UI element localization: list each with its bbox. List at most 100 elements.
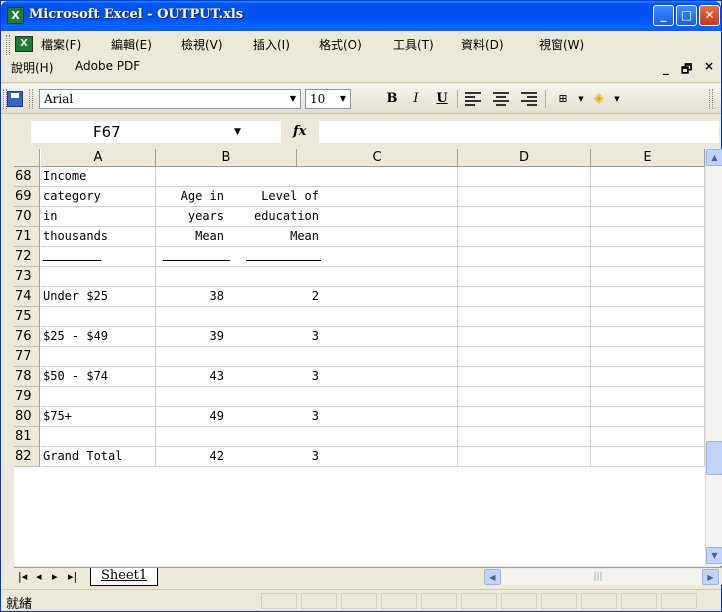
menu-data[interactable]: 資料(D) [461, 36, 504, 53]
borders-icon[interactable]: ⊞ [553, 90, 573, 108]
grid-cell[interactable] [458, 227, 591, 247]
grid-cell[interactable] [591, 307, 705, 327]
menu-help[interactable]: 說明(H) [11, 59, 53, 76]
formula-input[interactable] [319, 121, 719, 143]
next-sheet-button[interactable]: ▸ [52, 570, 58, 583]
first-sheet-button[interactable]: |◂ [18, 570, 27, 583]
grid-cell[interactable] [458, 247, 591, 267]
scroll-down-button[interactable]: ▼ [706, 547, 722, 564]
row-header[interactable]: 73 [14, 267, 40, 287]
grid-cell[interactable] [458, 287, 591, 307]
grid-cell[interactable] [297, 287, 458, 307]
grid-cell[interactable] [458, 207, 591, 227]
horizontal-scrollbar[interactable]: ◀ ||| ▶ [484, 569, 720, 585]
chevron-down-icon[interactable]: ▼ [286, 90, 300, 108]
select-all-corner[interactable] [14, 149, 40, 167]
last-sheet-button[interactable]: ▸| [68, 570, 77, 583]
grid-cell[interactable]: $50 - $74 [41, 367, 156, 387]
grid-cell[interactable] [458, 427, 591, 447]
grid-cell[interactable]: Grand Total [41, 447, 156, 467]
minimize-button[interactable]: _ [653, 5, 674, 26]
grid-cell[interactable] [591, 347, 705, 367]
grid-cell[interactable] [41, 307, 156, 327]
grid-cell[interactable] [297, 407, 458, 427]
grid-cell[interactable] [591, 387, 705, 407]
row-header[interactable]: 76 [14, 327, 40, 347]
grid-cell[interactable] [591, 227, 705, 247]
grid-cell[interactable] [591, 267, 705, 287]
font-size-combo[interactable]: 10 ▼ [305, 89, 351, 109]
grid-cell[interactable] [458, 407, 591, 427]
scroll-right-button[interactable]: ▶ [702, 569, 719, 585]
chevron-down-icon[interactable]: ▼ [234, 127, 241, 137]
grid-cell[interactable] [41, 267, 156, 287]
italic-button[interactable]: I [406, 90, 426, 108]
grid-cell[interactable] [591, 167, 705, 187]
row-header[interactable]: 81 [14, 427, 40, 447]
sheet-tab-sheet1[interactable]: Sheet1 [90, 568, 159, 586]
align-center-icon[interactable] [493, 92, 509, 106]
grid-cell[interactable] [591, 427, 705, 447]
grid-cell[interactable]: Income [41, 167, 156, 187]
menu-edit[interactable]: 編輯(E) [111, 36, 152, 53]
grid-cell[interactable] [297, 267, 458, 287]
grid-cell[interactable] [458, 267, 591, 287]
grid-cell[interactable] [458, 327, 591, 347]
grid-cell[interactable] [591, 367, 705, 387]
chevron-down-icon[interactable]: ▼ [607, 90, 627, 108]
grid-cell[interactable]: Under $25 [41, 287, 156, 307]
grid-cell[interactable] [297, 227, 458, 247]
row-header[interactable]: 75 [14, 307, 40, 327]
row-header[interactable]: 72 [14, 247, 40, 267]
grid-cell[interactable] [41, 427, 156, 447]
toolbar-grip[interactable] [6, 35, 10, 55]
worksheet-grid[interactable]: A B C D E ▲ ▼ 68 Income 69 category Age in Le… [14, 149, 722, 566]
grid-cell[interactable] [297, 327, 458, 347]
row-header[interactable]: 71 [14, 227, 40, 247]
row-header[interactable]: 70 [14, 207, 40, 227]
align-left-icon[interactable] [465, 92, 481, 106]
menu-view[interactable]: 檢視(V) [181, 36, 223, 53]
row-header[interactable]: 78 [14, 367, 40, 387]
row-header[interactable]: 69 [14, 187, 40, 207]
grid-cell[interactable] [297, 307, 458, 327]
scroll-thumb[interactable]: ||| [508, 569, 688, 585]
save-icon[interactable] [7, 91, 23, 107]
row-header[interactable]: 79 [14, 387, 40, 407]
grid-cell[interactable]: category [41, 187, 156, 207]
grid-cell[interactable] [458, 367, 591, 387]
menu-tools[interactable]: 工具(T) [393, 36, 434, 53]
scroll-up-button[interactable]: ▲ [706, 149, 722, 166]
close-button[interactable]: ✕ [699, 5, 720, 26]
menu-format[interactable]: 格式(O) [319, 36, 362, 53]
grid-cell[interactable] [297, 187, 458, 207]
font-name-combo[interactable]: Arial ▼ [39, 89, 301, 109]
prev-sheet-button[interactable]: ◂ [36, 570, 42, 583]
menu-file[interactable]: 檔案(F) [41, 36, 81, 53]
row-header[interactable]: 80 [14, 407, 40, 427]
grid-cell[interactable] [458, 447, 591, 467]
grid-cell[interactable] [591, 327, 705, 347]
menu-insert[interactable]: 插入(I) [253, 36, 290, 53]
scroll-thumb[interactable] [706, 441, 722, 475]
doc-restore-button[interactable]: 🗗 [681, 60, 692, 81]
chevron-down-icon[interactable]: ▼ [336, 90, 350, 108]
maximize-button[interactable]: □ [676, 5, 697, 26]
row-header[interactable]: 68 [14, 167, 40, 187]
grid-cell[interactable] [297, 207, 458, 227]
bold-button[interactable]: B [382, 90, 402, 108]
grid-cell[interactable] [297, 247, 458, 267]
grid-cell[interactable] [297, 367, 458, 387]
title-bar[interactable]: X Microsoft Excel - OUTPUT.xls _ □ ✕ [1, 1, 721, 31]
grid-cell[interactable] [458, 167, 591, 187]
row-header[interactable]: 77 [14, 347, 40, 367]
grid-cell[interactable] [297, 167, 458, 187]
grid-cell[interactable] [458, 307, 591, 327]
grid-cell[interactable] [41, 387, 156, 407]
column-header-a[interactable]: A [41, 149, 156, 167]
row-header[interactable]: 82 [14, 447, 40, 467]
document-icon[interactable]: X [15, 36, 33, 52]
scroll-left-button[interactable]: ◀ [484, 569, 501, 585]
grid-cell[interactable]: $25 - $49 [41, 327, 156, 347]
row-header[interactable]: 74 [14, 287, 40, 307]
